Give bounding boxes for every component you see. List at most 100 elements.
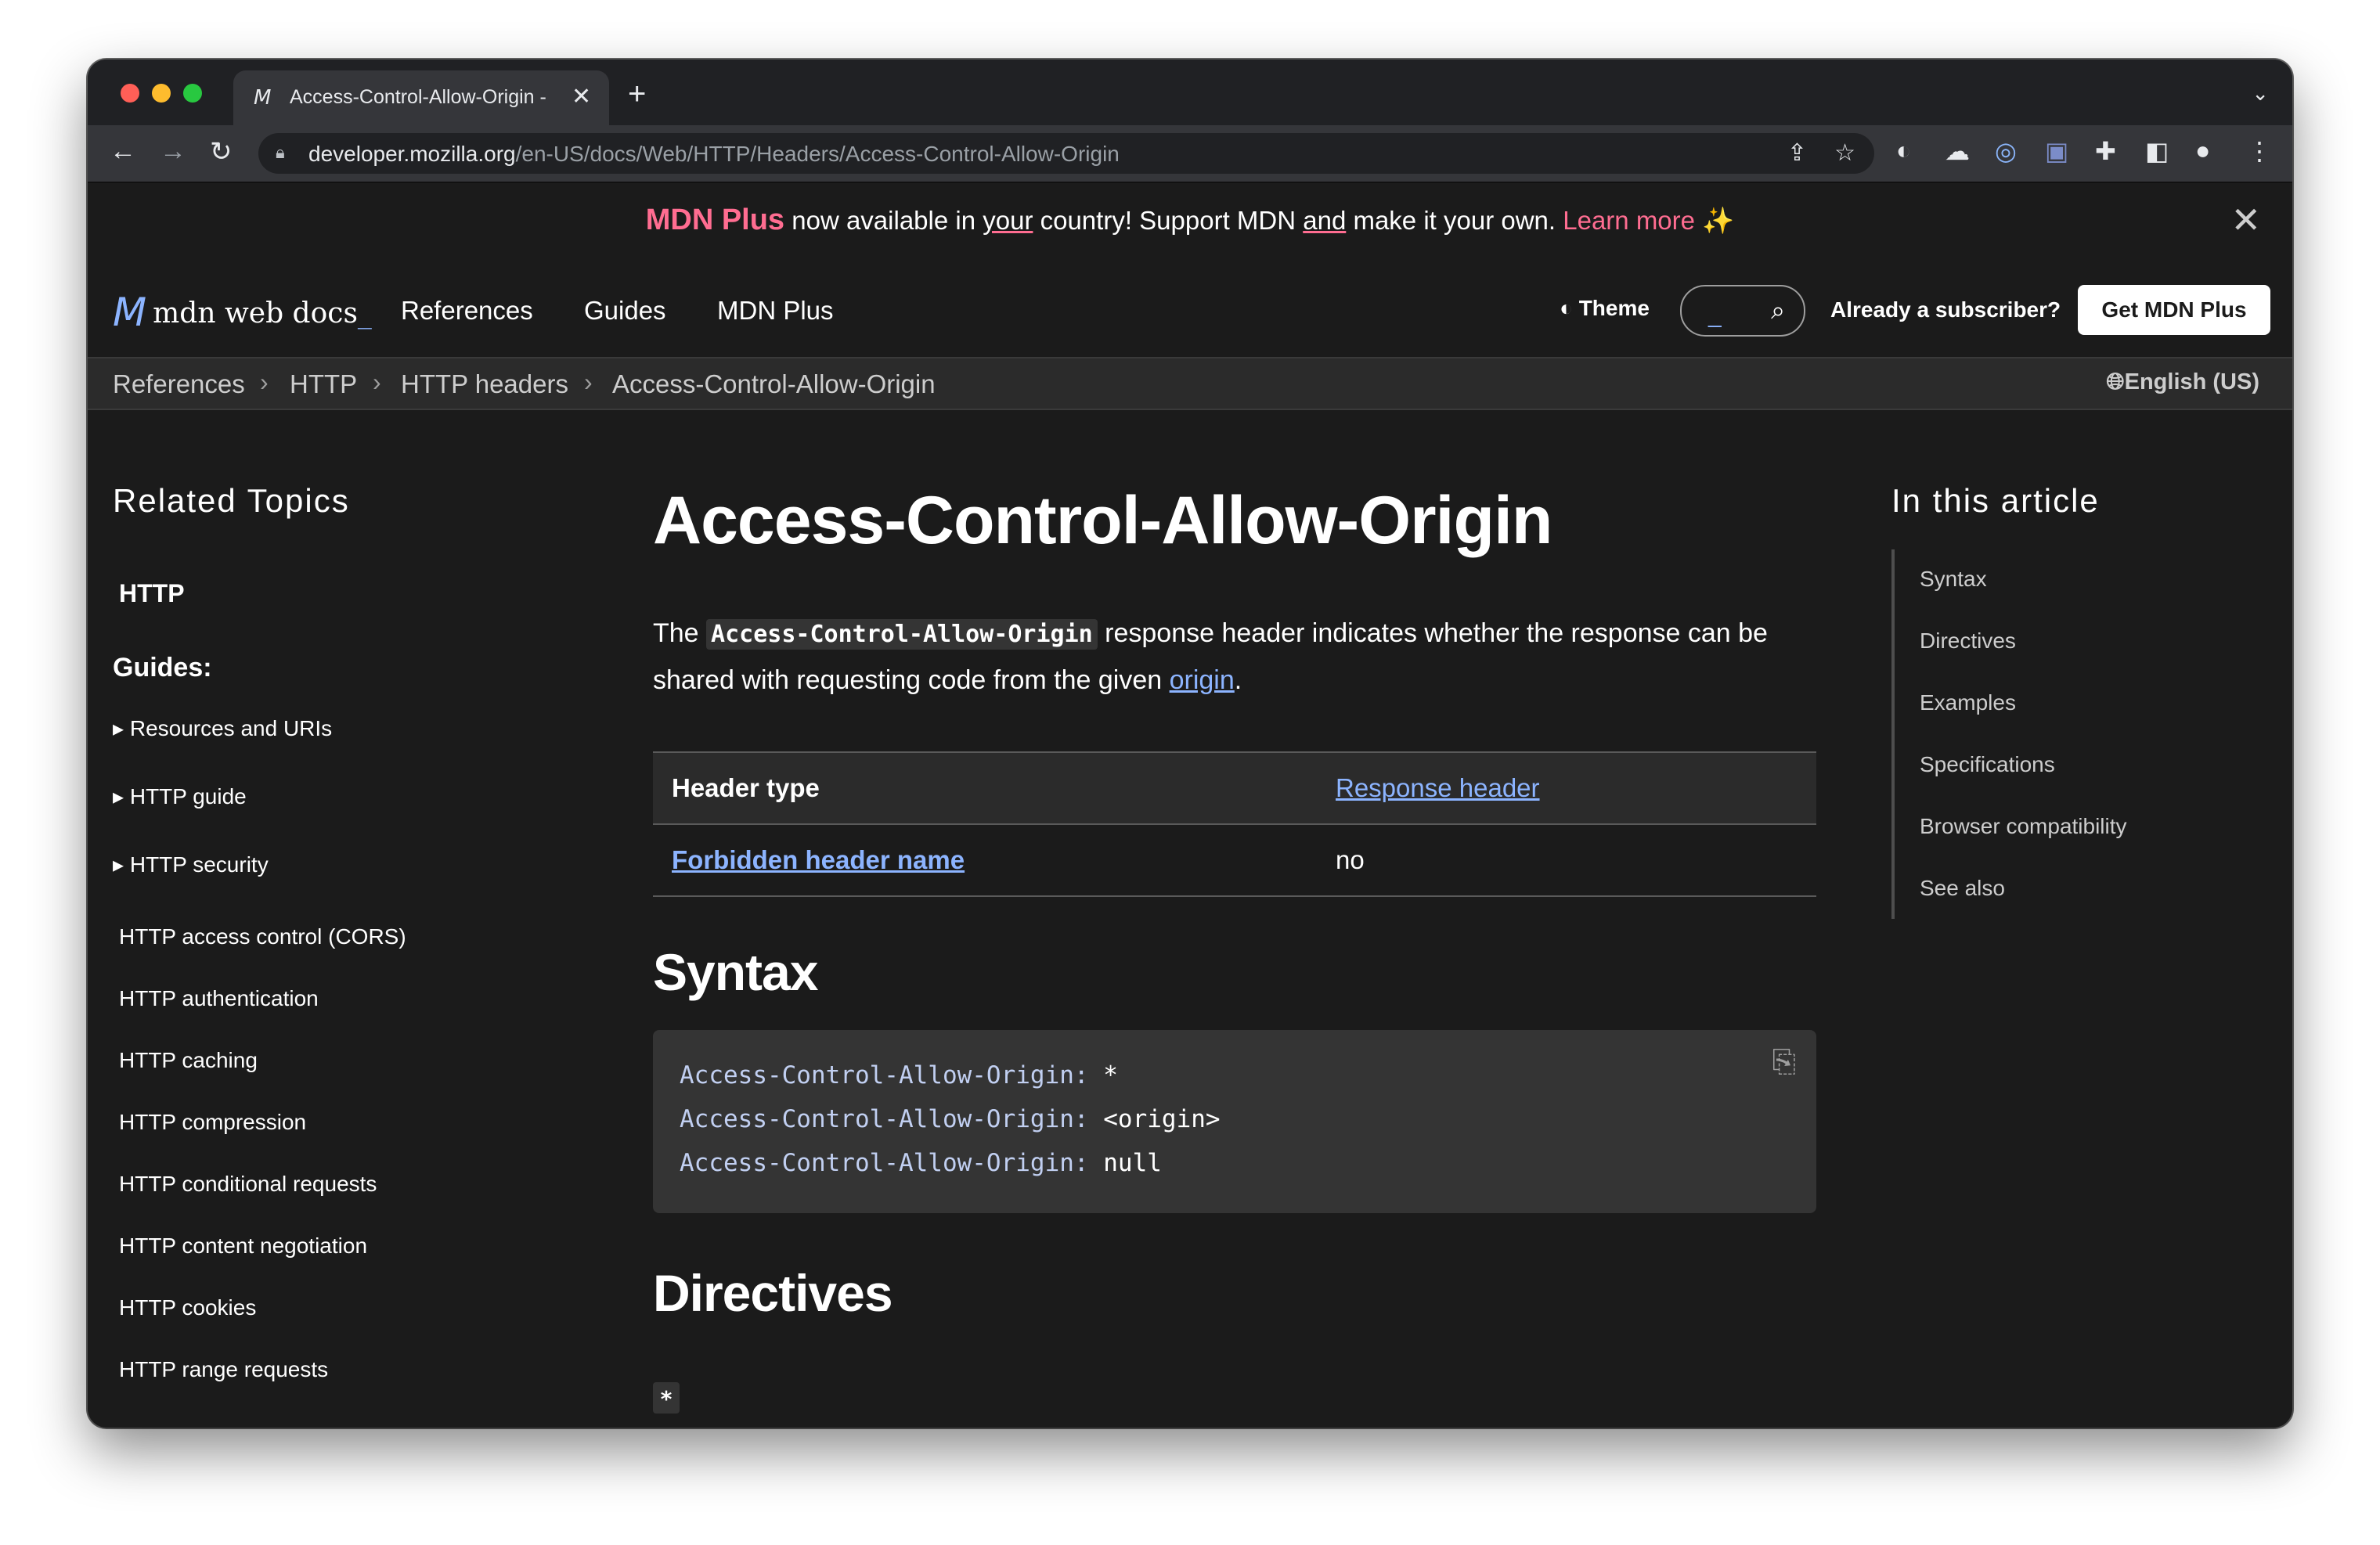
bookmark-star-icon[interactable]: ☆ xyxy=(1834,139,1855,167)
sidebar-item-caching[interactable]: HTTP caching xyxy=(119,1048,258,1073)
zoom-window-button[interactable] xyxy=(183,84,202,103)
toc-item-examples[interactable]: Examples xyxy=(1920,690,2016,715)
inline-code: Access-Control-Allow-Origin xyxy=(706,619,1098,650)
code-line: Access-Control-Allow-Origin: * xyxy=(680,1061,1118,1089)
kebab-menu-icon[interactable]: ⋮ xyxy=(2247,136,2272,166)
address-bar[interactable]: 🔒︎ developer.mozilla.org/en-US/docs/Web/… xyxy=(258,133,1874,174)
table-row: Forbidden header name no xyxy=(653,823,1816,897)
chevron-right-icon: › xyxy=(584,368,593,396)
browser-window: M Access-Control-Allow-Origin - ✕ + ⌄ ← … xyxy=(88,59,2292,1428)
toc-item-specifications[interactable]: Specifications xyxy=(1920,752,2055,777)
language-switcher[interactable]: 🌐︎English (US) xyxy=(2106,369,2259,395)
extension-3-icon[interactable]: ◎ xyxy=(1995,136,2017,166)
sidebar-item-cors[interactable]: HTTP access control (CORS) xyxy=(119,924,406,949)
header-type-label: Header type xyxy=(672,773,820,802)
mdn-m-icon: M xyxy=(113,290,146,335)
origin-link[interactable]: origin xyxy=(1170,665,1235,695)
forbidden-header-name-link[interactable]: Forbidden header name xyxy=(672,845,965,875)
close-window-button[interactable] xyxy=(121,84,139,103)
breadcrumb-http-headers[interactable]: HTTP headers xyxy=(401,369,568,399)
url-host: developer.mozilla.org xyxy=(308,142,516,166)
sidebar-item-label: HTTP security xyxy=(129,852,269,877)
mdn-favicon-icon: M xyxy=(254,86,272,110)
tab-strip: M Access-Control-Allow-Origin - ✕ + ⌄ xyxy=(88,59,2292,125)
sidebar-item-range-requests[interactable]: HTTP range requests xyxy=(119,1357,328,1382)
forward-icon[interactable]: → xyxy=(160,136,186,167)
banner-text-1: now available in xyxy=(784,206,983,235)
minimize-window-button[interactable] xyxy=(152,84,171,103)
sidebar-item-conditional[interactable]: HTTP conditional requests xyxy=(119,1172,377,1197)
breadcrumb-http[interactable]: HTTP xyxy=(290,369,357,399)
toc-item-syntax[interactable]: Syntax xyxy=(1920,567,1987,592)
browser-toolbar: ← → ↻ 🔒︎ developer.mozilla.org/en-US/doc… xyxy=(88,125,2292,183)
profile-icon[interactable]: ● xyxy=(2195,136,2210,165)
reload-icon[interactable]: ↻ xyxy=(210,136,233,167)
toc-item-browser-compatibility[interactable]: Browser compatibility xyxy=(1920,814,2127,839)
already-subscriber-link[interactable]: Already a subscriber? xyxy=(1830,297,2061,322)
banner-text-3: make it your own. xyxy=(1346,206,1563,235)
copy-clipboard-icon[interactable]: ⎘ xyxy=(1772,1046,1796,1079)
nav-mdn-plus[interactable]: MDN Plus xyxy=(717,296,834,326)
sidebar-title: Related Topics xyxy=(113,482,350,519)
sidebar-item-resources[interactable]: ▸ Resources and URIs xyxy=(113,715,332,741)
sidebar-section-http[interactable]: HTTP xyxy=(119,579,185,608)
sidebar-guides-heading: Guides: xyxy=(113,653,212,682)
toc-divider xyxy=(1891,549,1895,919)
browser-tab[interactable]: M Access-Control-Allow-Origin - ✕ xyxy=(233,70,609,125)
sidebar-item-http-guide[interactable]: ▸ HTTP guide xyxy=(113,783,247,809)
sidebar-item-label: Resources and URIs xyxy=(129,716,333,740)
mdn-plus-banner: MDN Plus now available in your country! … xyxy=(88,183,2292,261)
extension-4-icon[interactable]: ▣ xyxy=(2045,136,2068,166)
puzzle-icon[interactable]: ✚ xyxy=(2095,136,2116,166)
search-icon: ⌕ xyxy=(1771,296,1785,324)
banner-close-icon[interactable]: ✕ xyxy=(2230,199,2261,241)
sidebar-item-http-security[interactable]: ▸ HTTP security xyxy=(113,852,269,877)
logo-text: mdn web docs xyxy=(153,297,358,330)
triangle-right-icon: ▸ xyxy=(113,784,130,809)
sidebar-item-cookies[interactable]: HTTP cookies xyxy=(119,1295,256,1320)
new-tab-button[interactable]: + xyxy=(628,77,646,112)
code-key: Access-Control-Allow-Origin: xyxy=(680,1149,1089,1177)
search-button[interactable]: _ ⌕ xyxy=(1680,285,1805,337)
get-mdn-plus-button[interactable]: Get MDN Plus xyxy=(2078,285,2270,335)
tab-close-icon[interactable]: ✕ xyxy=(572,83,591,110)
site-header: Mmdn web docs_ References Guides MDN Plu… xyxy=(88,261,2292,358)
back-icon[interactable]: ← xyxy=(110,136,136,167)
toc-item-directives[interactable]: Directives xyxy=(1920,628,2016,654)
toc-title: In this article xyxy=(1891,482,2100,519)
banner-text: MDN Plus now available in your country! … xyxy=(88,203,2292,237)
breadcrumb-current[interactable]: Access-Control-Allow-Origin xyxy=(612,369,936,399)
banner-mdn-plus: MDN Plus xyxy=(645,203,785,236)
extension-2-icon[interactable]: ☁ xyxy=(1945,136,1970,166)
nav-references[interactable]: References xyxy=(401,296,533,326)
lead-paragraph: The Access-Control-Allow-Origin response… xyxy=(653,610,1835,703)
sidebar-item-content-negotiation[interactable]: HTTP content negotiation xyxy=(119,1233,367,1259)
tab-search-chevron-icon[interactable]: ⌄ xyxy=(2252,81,2269,106)
url-text: developer.mozilla.org/en-US/docs/Web/HTT… xyxy=(308,142,1120,167)
toc-item-see-also[interactable]: See also xyxy=(1920,876,2005,901)
breadcrumb-references[interactable]: References xyxy=(113,369,245,399)
triangle-right-icon: ▸ xyxy=(113,716,130,740)
code-value: null xyxy=(1088,1149,1162,1177)
directive-star-code: * xyxy=(653,1382,680,1414)
sidebar-icon[interactable]: ◧ xyxy=(2145,136,2169,166)
page-title: Access-Control-Allow-Origin xyxy=(653,483,1552,558)
tab-title: Access-Control-Allow-Origin - xyxy=(290,86,546,108)
banner-text-2: country! Support MDN xyxy=(1033,206,1304,235)
extension-1-icon[interactable]: ◐ xyxy=(1896,136,1911,165)
response-header-link[interactable]: Response header xyxy=(1336,773,1540,803)
banner-your: your xyxy=(983,206,1033,235)
code-line: Access-Control-Allow-Origin: <origin> xyxy=(680,1105,1221,1133)
lead-text-1: The xyxy=(653,618,707,648)
nav-guides[interactable]: Guides xyxy=(584,296,666,326)
code-value: <origin> xyxy=(1088,1105,1221,1133)
lock-icon[interactable]: 🔒︎ xyxy=(276,142,285,163)
theme-button[interactable]: ◐ Theme xyxy=(1560,296,1650,321)
mdn-logo[interactable]: Mmdn web docs_ xyxy=(113,290,372,335)
sidebar-item-authentication[interactable]: HTTP authentication xyxy=(119,986,319,1011)
share-icon[interactable]: ⇪ xyxy=(1787,139,1807,167)
globe-icon: 🌐︎ xyxy=(2106,369,2125,394)
banner-and: and xyxy=(1303,206,1347,235)
learn-more-link[interactable]: Learn more ✨ xyxy=(1563,206,1734,235)
sidebar-item-compression[interactable]: HTTP compression xyxy=(119,1110,306,1135)
